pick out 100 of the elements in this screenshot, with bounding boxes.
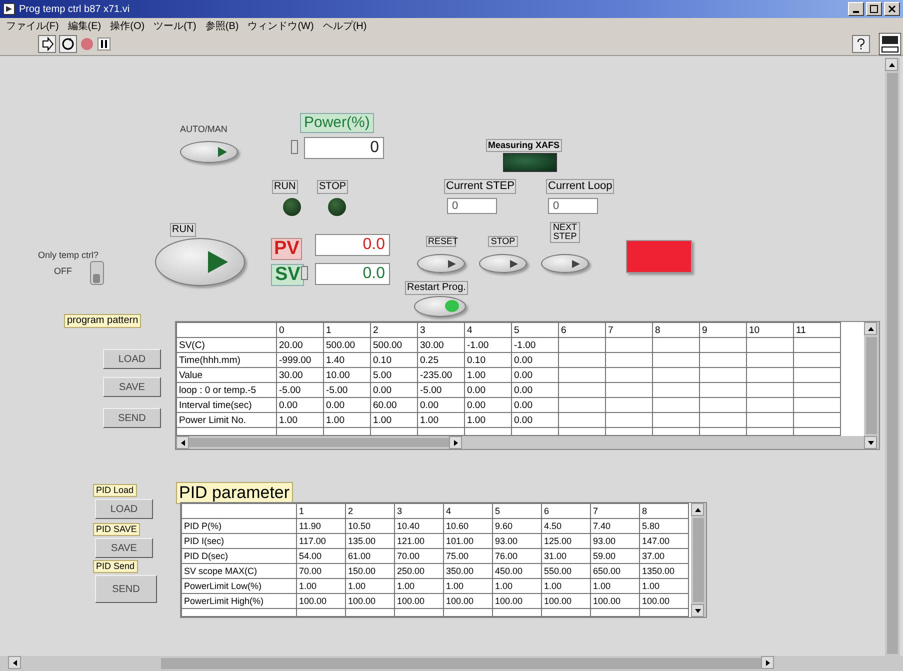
table-cell[interactable]: 10.60	[444, 518, 492, 534]
menu-item[interactable]: 参照(B)	[205, 18, 239, 32]
table-cell[interactable]: 61.00	[346, 548, 394, 564]
table-cell[interactable]: 0.00	[370, 382, 418, 398]
toggle-button[interactable]	[479, 254, 527, 273]
table-cell[interactable]: 11.90	[296, 518, 346, 534]
table-cell[interactable]: 350.00	[444, 564, 492, 578]
table-cell[interactable]: 1.00	[394, 578, 444, 594]
menu-item[interactable]: ツール(T)	[154, 18, 196, 32]
close-button[interactable]	[884, 2, 900, 16]
maximize-button[interactable]	[866, 2, 882, 16]
table-cell[interactable]: 147.00	[640, 534, 688, 548]
increment-icon[interactable]	[291, 140, 298, 154]
table-cell[interactable]: 1.00	[464, 368, 512, 382]
table-cell[interactable]: 500.00	[370, 338, 418, 352]
table-cell[interactable]: 1350.00	[640, 564, 688, 578]
menu-item[interactable]: 操作(O)	[110, 18, 145, 32]
table-cell[interactable]: 0.10	[464, 352, 512, 368]
table-cell[interactable]: 650.00	[590, 564, 640, 578]
table-cell[interactable]: 1.00	[444, 578, 492, 594]
table-cell[interactable]: -5.00	[324, 382, 370, 398]
panel-button[interactable]: SAVE	[95, 538, 153, 558]
arrow-up-icon[interactable]	[888, 62, 894, 66]
table-cell[interactable]: 450.00	[492, 564, 542, 578]
power-field[interactable]: 0	[304, 137, 384, 159]
table-cell[interactable]: 5.80	[640, 518, 688, 534]
run-continuously-icon[interactable]	[59, 35, 77, 53]
table-cell[interactable]: 150.00	[346, 564, 394, 578]
table-cell[interactable]: 1.00	[492, 578, 542, 594]
table-cell[interactable]: 0.00	[512, 352, 558, 368]
table-cell[interactable]: 9.60	[492, 518, 542, 534]
table-cell[interactable]: 100.00	[346, 594, 394, 608]
panel-button[interactable]: LOAD	[103, 349, 161, 369]
menu-item[interactable]: ファイル(F)	[6, 18, 59, 32]
table-cell[interactable]: 0.25	[418, 352, 464, 368]
panel-button[interactable]: SEND	[95, 575, 157, 603]
table-cell[interactable]: 1.00	[590, 578, 640, 594]
table-cell[interactable]: 5.00	[370, 368, 418, 382]
table-cell[interactable]: 1.00	[324, 412, 370, 428]
table-cell[interactable]: 1.00	[296, 578, 346, 594]
table-cell[interactable]: 135.00	[346, 534, 394, 548]
table-cell[interactable]: 30.00	[418, 338, 464, 352]
minimize-button[interactable]	[848, 2, 864, 16]
table-cell[interactable]: 1.00	[418, 412, 464, 428]
table-cell[interactable]: 70.00	[296, 564, 346, 578]
table-cell[interactable]: 100.00	[492, 594, 542, 608]
menu-item[interactable]: 編集(E)	[68, 18, 102, 32]
table-cell[interactable]: 93.00	[590, 534, 640, 548]
table-cell[interactable]: 10.00	[324, 368, 370, 382]
arrow-down-icon[interactable]	[694, 608, 700, 612]
table-cell[interactable]: 1.00	[464, 412, 512, 428]
table-cell[interactable]: 76.00	[492, 548, 542, 564]
table-cell[interactable]: 100.00	[590, 594, 640, 608]
arrow-right-icon[interactable]	[766, 660, 770, 666]
table-cell[interactable]: 1.00	[640, 578, 688, 594]
panel-button[interactable]: SAVE	[103, 377, 161, 397]
table-cell[interactable]: -999.00	[276, 352, 324, 368]
table-cell[interactable]: 75.00	[444, 548, 492, 564]
scrollbar[interactable]	[864, 322, 879, 449]
table-cell[interactable]: 0.00	[418, 398, 464, 412]
table-cell[interactable]: 60.00	[370, 398, 418, 412]
table-cell[interactable]: 1.00	[542, 578, 590, 594]
scrollbar[interactable]	[691, 503, 706, 617]
table-cell[interactable]: 0.00	[512, 398, 558, 412]
table-cell[interactable]: 93.00	[492, 534, 542, 548]
table-cell[interactable]: 0.00	[464, 398, 512, 412]
arrow-left-icon[interactable]	[12, 660, 16, 666]
sv-field[interactable]: 0.0	[315, 263, 390, 285]
panel-button[interactable]: SEND	[103, 408, 161, 428]
table-cell[interactable]: -5.00	[418, 382, 464, 398]
table-cell[interactable]: 1.40	[324, 352, 370, 368]
table-cell[interactable]: 54.00	[296, 548, 346, 564]
arrow-up-icon[interactable]	[868, 326, 874, 330]
table-cell[interactable]: 0.10	[370, 352, 418, 368]
table-cell[interactable]: 59.00	[590, 548, 640, 564]
increment-icon[interactable]	[301, 266, 308, 280]
pause-icon[interactable]	[97, 37, 111, 51]
table-cell[interactable]: 20.00	[276, 338, 324, 352]
toggle-button[interactable]	[417, 254, 465, 273]
table-cell[interactable]: 0.00	[512, 368, 558, 382]
table-cell[interactable]: 0.00	[512, 382, 558, 398]
scrollbar[interactable]	[0, 656, 903, 671]
table-cell[interactable]: 0.00	[464, 382, 512, 398]
table-cell[interactable]: 550.00	[542, 564, 590, 578]
restart-button[interactable]	[414, 296, 466, 317]
toggle-switch[interactable]	[90, 261, 104, 285]
table-cell[interactable]: 500.00	[324, 338, 370, 352]
help-icon[interactable]	[852, 35, 870, 53]
table-cell[interactable]: -5.00	[276, 382, 324, 398]
table-cell[interactable]: 100.00	[394, 594, 444, 608]
menu-item[interactable]: ヘルプ(H)	[322, 18, 367, 32]
table-cell[interactable]: 100.00	[640, 594, 688, 608]
table-cell[interactable]: 1.00	[346, 578, 394, 594]
table-cell[interactable]: 1.00	[370, 412, 418, 428]
table-cell[interactable]: -1.00	[464, 338, 512, 352]
menu-item[interactable]: ウィンドウ(W)	[248, 18, 314, 32]
scrollbar[interactable]	[885, 58, 900, 656]
table-cell[interactable]: 30.00	[276, 368, 324, 382]
table-cell[interactable]: 0.00	[276, 398, 324, 412]
table-cell[interactable]: 100.00	[542, 594, 590, 608]
